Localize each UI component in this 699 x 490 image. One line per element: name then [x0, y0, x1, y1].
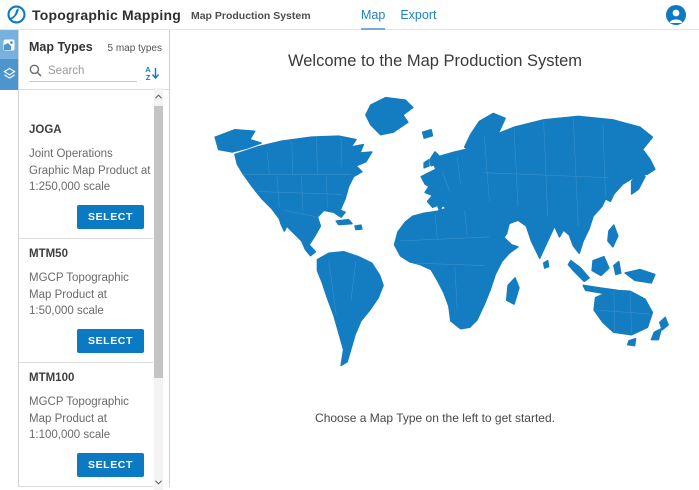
map-type-list: JOGA Joint Operations Graphic Map Produc… — [19, 115, 153, 487]
list-item-mtm50: MTM50 MGCP Topographic Map Product at 1:… — [19, 239, 153, 363]
map-types-panel: Map Types 5 map types A Z JOGA Joint Ope… — [19, 30, 170, 487]
page-subtitle: Map Production System — [191, 8, 311, 22]
main-content: Welcome to the Map Production System — [171, 30, 699, 487]
map-type-count: 5 map types — [108, 43, 162, 54]
map-action-icon[interactable] — [0, 30, 18, 59]
svg-text:Z: Z — [146, 73, 151, 81]
map-type-description: MGCP Topographic Map Product at 1:100,00… — [29, 394, 151, 444]
tab-map[interactable]: Map — [361, 0, 385, 30]
panel-title: Map Types — [29, 40, 93, 54]
map-type-description: Joint Operations Graphic Map Product at … — [29, 146, 151, 196]
tab-export[interactable]: Export — [400, 0, 436, 30]
select-button-joga[interactable]: SELECT — [77, 205, 144, 229]
action-bar — [0, 30, 19, 487]
scrollbar-thumb[interactable] — [154, 106, 163, 378]
map-type-name: MTM100 — [29, 372, 149, 384]
map-type-name: JOGA — [29, 124, 149, 136]
search-input[interactable] — [48, 65, 132, 77]
select-button-mtm100[interactable]: SELECT — [77, 453, 144, 477]
search-icon — [29, 64, 42, 77]
world-map — [188, 77, 682, 385]
list-item-mtm100: MTM100 MGCP Topographic Map Product at 1… — [19, 363, 153, 487]
user-avatar-icon[interactable] — [666, 5, 686, 25]
app-header: Topographic Mapping Map Production Syste… — [0, 0, 699, 30]
select-button-mtm50[interactable]: SELECT — [77, 329, 144, 353]
map-type-description: MGCP Topographic Map Product at 1:50,000… — [29, 270, 151, 320]
header-tabs: Map Export — [361, 0, 436, 30]
panel-divider — [19, 89, 169, 90]
page-title: Topographic Mapping — [32, 7, 181, 23]
list-scrollbar[interactable] — [154, 88, 163, 490]
map-type-name: MTM50 — [29, 248, 149, 260]
sort-az-icon[interactable]: A Z — [145, 65, 161, 81]
scroll-down-arrow-icon[interactable] — [154, 476, 163, 488]
layers-icon[interactable] — [0, 59, 18, 88]
scroll-up-arrow-icon[interactable] — [154, 90, 163, 102]
globe-logo-icon — [7, 5, 26, 24]
list-item-joga: JOGA Joint Operations Graphic Map Produc… — [19, 115, 153, 239]
search-box — [29, 64, 137, 82]
helper-text: Choose a Map Type on the left to get sta… — [171, 411, 699, 425]
welcome-title: Welcome to the Map Production System — [171, 52, 699, 71]
action-bar-group — [0, 30, 18, 90]
